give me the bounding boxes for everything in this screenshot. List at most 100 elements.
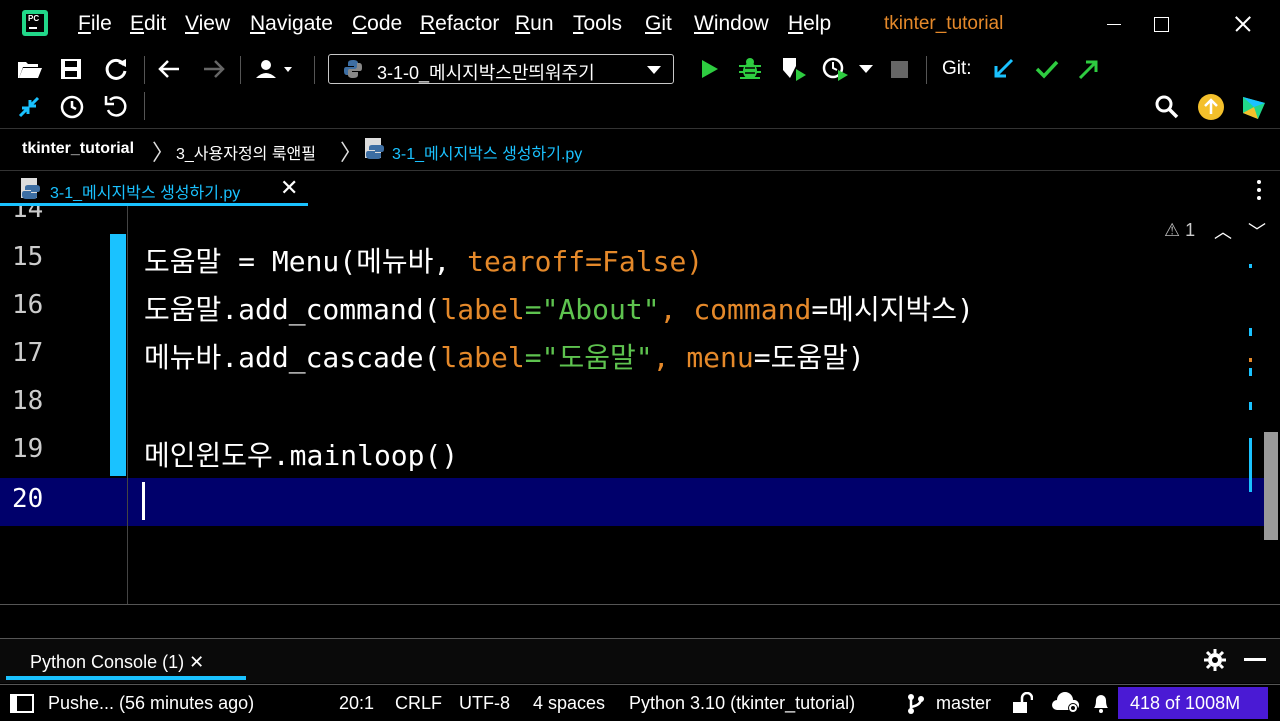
code-with-me-icon[interactable] [1240,93,1268,121]
code-line-19: 메인윈도우.mainloop() [144,439,459,472]
cloud-settings-icon[interactable] [1051,692,1081,714]
pycharm-logo-icon[interactable]: PC [22,10,48,36]
tab-close-icon[interactable]: ✕ [280,175,298,201]
menu-navigate[interactable]: Navigate [250,12,333,36]
window-maximize-button[interactable] [1140,8,1180,40]
inspection-widget[interactable]: ⚠ 1 [1164,220,1195,241]
git-push-icon[interactable] [1078,58,1100,80]
menu-tools[interactable]: Tools [573,12,622,36]
warning-count: 1 [1185,220,1196,240]
menu-edit[interactable]: Edit [130,12,166,36]
menu-code[interactable]: Code [352,12,402,36]
status-encoding[interactable]: UTF-8 [459,693,510,714]
error-stripe-mark[interactable] [1249,402,1252,410]
menu-file[interactable]: File [78,12,112,36]
notifications-bell-icon[interactable] [1091,692,1111,714]
chevron-down-icon[interactable]: ﹀ [1248,218,1266,244]
code-editor[interactable]: 14 15 16 17 18 19 20 도움말 = Menu(메뉴바, tea… [0,206,1280,604]
status-push-message[interactable]: Pushe... (56 minutes ago) [48,693,254,714]
status-git-branch[interactable]: master [936,693,991,714]
sync-icon[interactable] [104,57,128,81]
hide-tool-window-button[interactable] [1244,658,1266,661]
menu-git[interactable]: Git [645,12,672,36]
python-icon [344,60,362,78]
error-stripe-mark[interactable] [1249,264,1252,268]
error-stripe-mark[interactable] [1249,328,1252,336]
python-file-icon [365,138,384,159]
run-configuration-label: 3-1-0_메시지박스만띄워주기 [377,63,595,83]
status-line-separator[interactable]: CRLF [395,693,442,714]
rollback-icon[interactable] [103,94,129,120]
chevron-up-icon[interactable]: ︿ [1214,218,1232,244]
debug-bug-icon[interactable] [737,56,763,82]
project-title: tkinter_tutorial [884,13,1004,34]
more-run-options-chevron-icon[interactable] [858,64,874,74]
line-number: 18 [12,386,44,416]
line-number: 16 [12,290,44,320]
code-line-16: 도움말.add_command(label="About", command=메… [144,293,974,326]
editor-tab-bar: 3-1_메시지박스 생성하기.py ✕ [0,170,1280,207]
line-number: 14 [12,206,44,224]
compare-arrows-icon[interactable] [16,94,42,120]
status-caret-position[interactable]: 20:1 [339,693,374,714]
menu-view[interactable]: View [185,12,230,36]
git-branch-icon [908,694,924,714]
update-available-icon[interactable] [1197,93,1225,121]
menu-run[interactable]: Run [515,12,554,36]
more-options-icon[interactable] [1252,178,1266,202]
save-icon[interactable] [60,58,82,80]
title-bar: PC File Edit View Navigate Code Refactor… [0,0,1280,48]
breadcrumb-file[interactable]: 3-1_메시지박스 생성하기.py [392,140,582,164]
memory-label: 418 of 1008M [1130,693,1241,713]
line-number: 19 [12,434,44,464]
text-cursor [142,482,145,520]
forward-arrow-icon [204,60,225,78]
chevron-down-icon [647,66,661,74]
close-icon[interactable]: ✕ [189,652,204,672]
code-line-15: 도움말 = Menu(메뉴바, tearoff=False) [144,245,704,278]
vcs-change-marker[interactable] [110,234,126,476]
run-configuration-dropdown[interactable]: 3-1-0_메시지박스만띄워주기 [328,54,674,84]
line-number: 17 [12,338,44,368]
user-dropdown-icon[interactable] [254,58,300,80]
status-bar: Pushe... (56 minutes ago) 20:1 CRLF UTF-… [0,684,1280,721]
run-icon[interactable] [698,58,720,80]
git-commit-icon[interactable] [1035,58,1059,80]
error-stripe-mark[interactable] [1249,368,1252,376]
error-stripe-mark[interactable] [1249,438,1252,492]
profile-icon[interactable] [822,56,850,82]
editor-tab-active[interactable]: 3-1_메시지박스 생성하기.py ✕ [0,171,308,207]
logo-text: PC [28,14,40,23]
unlock-icon[interactable] [1011,692,1033,714]
toggle-tool-windows-icon[interactable] [10,694,34,714]
breadcrumb: tkinter_tutorial 〉 3_사용자정의 룩앤필 〉 3-1_메시지… [0,128,1280,169]
python-console-tab[interactable]: Python Console (1) ✕ [0,638,250,682]
window-close-button[interactable] [1222,8,1262,40]
breadcrumb-folder[interactable]: 3_사용자정의 룩앤필 [176,140,316,164]
line-number: 15 [12,242,44,272]
history-clock-icon[interactable] [59,94,85,120]
search-icon[interactable] [1154,94,1180,120]
console-tab-label: Python Console (1) ✕ [30,652,205,672]
error-stripe-mark[interactable] [1249,358,1252,362]
window-minimize-button[interactable] [1093,8,1133,40]
git-label: Git: [942,58,972,79]
status-indent[interactable]: 4 spaces [533,693,605,714]
git-update-icon[interactable] [992,58,1014,80]
chevron-right-icon: 〉 [340,140,363,165]
back-arrow-icon[interactable] [157,58,181,80]
run-with-coverage-icon[interactable] [780,56,808,82]
menu-help[interactable]: Help [788,12,831,36]
gear-icon[interactable] [1203,648,1227,672]
python-file-icon [21,178,40,199]
vertical-scrollbar[interactable] [1264,432,1278,540]
tab-label: 3-1_메시지박스 생성하기.py [50,185,241,202]
menu-refactor[interactable]: Refactor [420,12,499,36]
menu-window[interactable]: Window [694,12,769,36]
memory-indicator[interactable]: 418 of 1008M [1118,687,1268,719]
warning-icon: ⚠ [1164,220,1181,240]
open-folder-icon[interactable] [17,58,43,80]
stop-icon [891,61,908,78]
breadcrumb-project[interactable]: tkinter_tutorial [22,140,134,158]
status-interpreter[interactable]: Python 3.10 (tkinter_tutorial) [629,693,855,714]
